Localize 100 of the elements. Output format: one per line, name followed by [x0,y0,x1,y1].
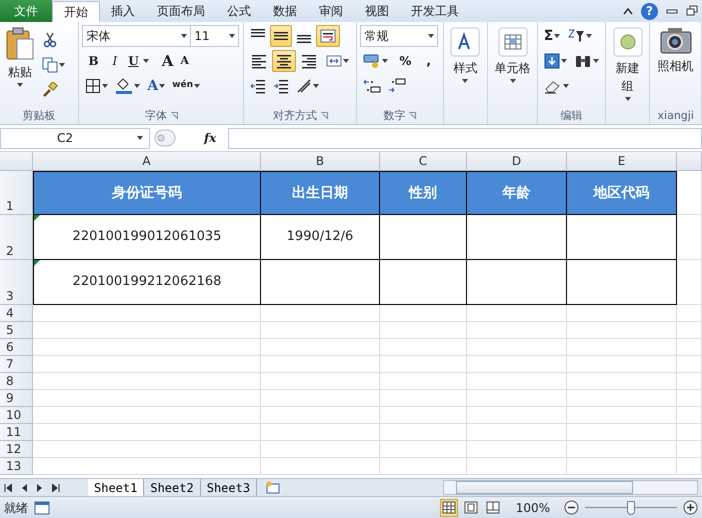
sheet-tab[interactable]: Sheet1 [88,479,144,496]
cells-button[interactable]: 单元格 [491,25,534,107]
record-macro-icon [34,500,50,514]
autosum-button[interactable]: Σ [540,25,564,47]
first-sheet-icon [4,484,12,492]
caret-icon [554,34,560,38]
table-cell[interactable] [467,215,567,260]
row-header[interactable]: 10 [0,407,33,424]
table-cell[interactable] [380,215,467,260]
caret-icon [462,79,468,83]
phonetic-guide-button[interactable]: wén [169,75,204,97]
formula-input[interactable] [228,128,702,148]
ribbon-tab[interactable]: 审阅 [308,0,354,22]
caret-icon [428,34,434,38]
row-header[interactable]: 4 [0,305,33,322]
ribbon-tab[interactable]: 插入 [100,0,146,22]
wrap-text-button[interactable] [316,25,340,47]
row-header[interactable]: 11 [0,424,33,441]
column-header[interactable]: B [261,152,380,171]
row-header[interactable]: 3 [0,260,33,305]
page-break-icon [486,501,500,514]
decrease-font-size-button[interactable]: A [177,50,192,72]
caret-icon [343,59,350,63]
align-left-icon [251,53,268,69]
caret-icon [624,97,631,101]
styles-button[interactable]: 样式 [446,25,484,107]
normal-view-button[interactable] [440,498,458,516]
number-format-dropdown[interactable]: 常规 [360,25,438,47]
header-cell: 出生日期 [261,171,380,215]
scissors-icon [42,32,58,48]
ribbon-tab[interactable]: 开始 [52,1,100,22]
status-text: 就绪 [4,500,28,516]
row-header[interactable]: 9 [0,390,33,407]
row-header[interactable]: 2 [0,215,33,260]
italic-button[interactable]: I [105,50,124,72]
ribbon-tab[interactable]: 公式 [216,0,262,22]
camera-button[interactable]: 照相机 [653,25,698,107]
column-header[interactable]: D [467,152,567,171]
ribbon-tab[interactable]: 页面布局 [146,0,216,22]
align-middle-button[interactable] [270,25,292,47]
underline-button[interactable]: U [125,50,142,72]
row-header[interactable]: 7 [0,356,33,373]
caret-icon [181,34,188,38]
horizontal-scrollbar[interactable] [443,480,698,495]
bold-button[interactable]: B [82,50,104,72]
row-header[interactable]: 5 [0,322,33,339]
new-group-button[interactable]: 新建组 [608,25,646,107]
font-color-button[interactable]: A [144,75,168,97]
paint-bucket-icon [115,78,134,94]
column-header[interactable]: A [33,152,261,171]
column-header[interactable] [677,152,702,171]
last-sheet-icon [52,484,60,492]
table-grid-icon [498,27,528,57]
ribbon-tab[interactable]: 视图 [354,0,400,22]
page-break-button[interactable] [484,498,502,516]
table-cell[interactable] [567,260,677,305]
table-cell[interactable]: 220100199012061035 [33,215,261,260]
table-cell[interactable] [261,260,380,305]
fill-down-icon [544,53,560,69]
table-cell[interactable] [567,215,677,260]
select-all-corner[interactable] [0,152,33,171]
restore-icon [686,5,698,17]
sort-filter-icon [567,28,586,44]
group-label: xiangji [658,108,694,124]
header-cell: 身份证号码 [33,171,261,215]
comma-button[interactable]: , [419,50,438,72]
table-cell[interactable] [380,260,467,305]
zoom-level[interactable]: 100% [516,498,550,516]
table-cell[interactable]: 220100199212062168 [33,260,261,305]
ribbon-tab[interactable]: 数据 [262,0,308,22]
insert-function-button[interactable]: fx [204,129,216,147]
table-cell[interactable]: 1990/12/6 [261,215,380,260]
file-menu-tab[interactable]: 文件 [0,0,52,22]
grid-icon [442,501,456,514]
ribbon-tab[interactable]: 开发工具 [400,0,470,22]
row-header[interactable]: 8 [0,373,33,390]
currency-icon [363,53,382,69]
help-button[interactable]: ? [641,2,658,20]
dialog-launcher-icon [409,112,416,119]
dialog-launcher-icon [170,112,178,119]
font-size-dropdown[interactable]: 11 [191,25,240,47]
row-header[interactable]: 13 [0,458,33,475]
paste-button[interactable]: 粘贴 [3,25,37,107]
column-header[interactable]: E [567,152,677,171]
borders-icon [85,78,102,94]
row-header[interactable]: 6 [0,339,33,356]
table-cell[interactable] [467,260,567,305]
styles-icon [450,27,480,57]
decrease-indent-icon [250,78,266,94]
page-layout-button[interactable] [462,498,480,516]
slider-thumb[interactable] [627,500,635,514]
row-header[interactable]: 12 [0,441,33,458]
font-name-dropdown[interactable]: 宋体 [82,25,192,47]
increase-font-size-button[interactable]: A [158,50,176,72]
zoom-slider[interactable] [585,500,677,514]
row-header[interactable]: 1 [0,171,33,215]
column-header[interactable]: C [380,152,467,171]
percent-button[interactable]: % [392,50,418,72]
name-box[interactable]: C2 [0,128,150,148]
align-center-button[interactable] [272,50,296,72]
